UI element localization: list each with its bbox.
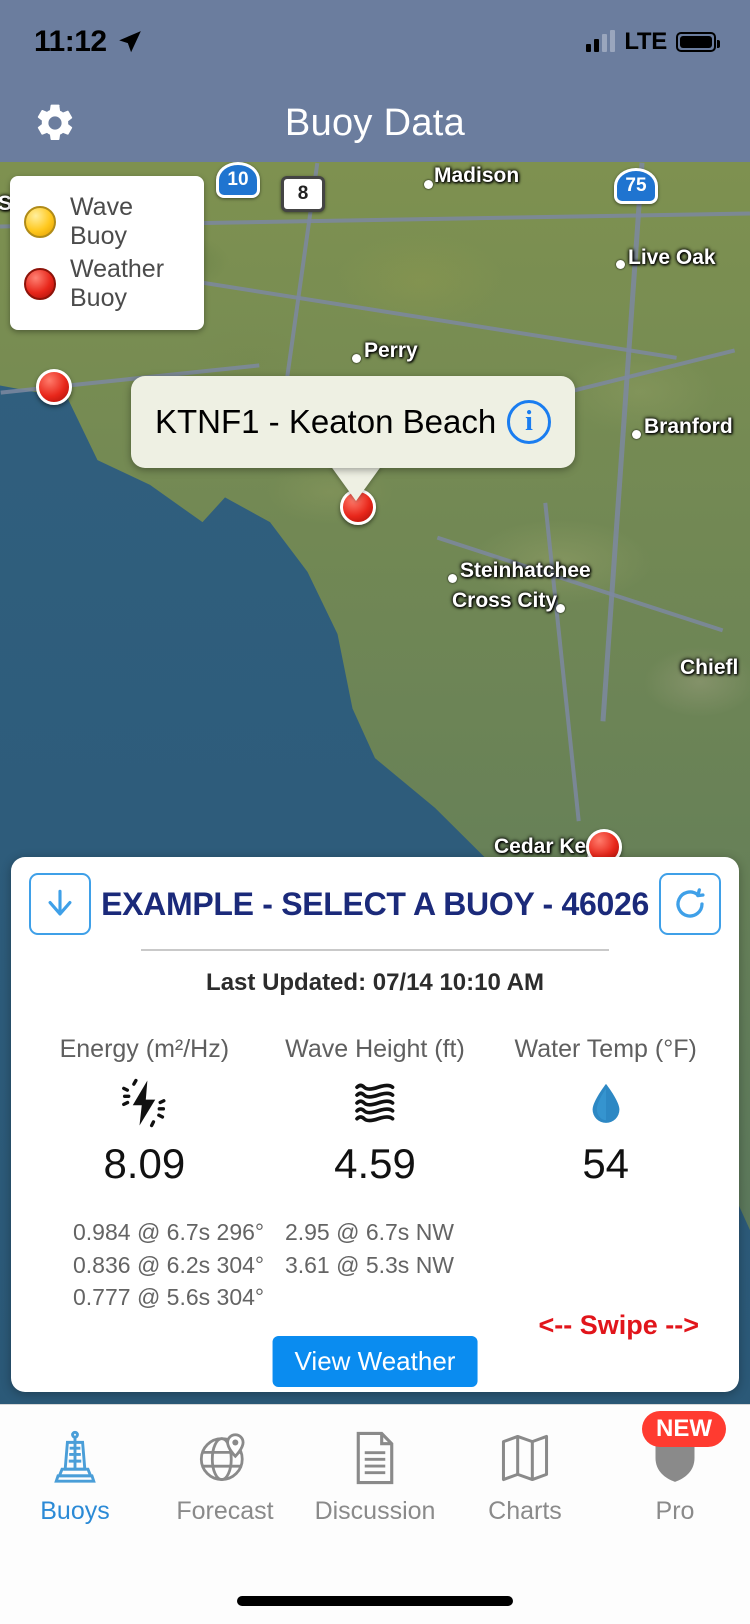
card-header: EXAMPLE - SELECT A BUOY - 46026: [29, 873, 721, 935]
globe-pin-icon: [197, 1427, 253, 1489]
view-weather-button[interactable]: View Weather: [273, 1336, 478, 1387]
map-label-branford: Branford: [644, 415, 733, 439]
map-label-steinhatchee: Steinhatchee: [460, 559, 591, 583]
tab-label: Buoys: [40, 1497, 109, 1526]
city-dot: [424, 180, 433, 189]
metric-value: 54: [490, 1140, 721, 1188]
wave-details: 2.95 @ 6.7s NW 3.61 @ 5.3s NW: [285, 1216, 497, 1314]
gear-icon: [33, 101, 77, 145]
metrics-row: Energy (m²/Hz) 8.09 Wave Height (ft): [29, 1035, 721, 1188]
legend-label: Wave Buoy: [70, 193, 190, 251]
red-buoy-dot-icon: [24, 268, 56, 300]
location-arrow-icon: [117, 29, 143, 55]
metric-value: 4.59: [260, 1140, 491, 1188]
nav-bar: Buoy Data: [0, 84, 750, 162]
city-dot: [632, 430, 641, 439]
city-dot: [616, 260, 625, 269]
info-circle-icon[interactable]: i: [507, 400, 551, 444]
route-shield-10: 10: [216, 162, 260, 198]
legend-item-weather-buoy: Weather Buoy: [24, 255, 190, 313]
home-indicator: [237, 1596, 513, 1606]
last-updated-text: Last Updated: 07/14 10:10 AM: [29, 969, 721, 997]
tab-label: Pro: [656, 1497, 695, 1526]
card-actions: <-- Swipe --> View Weather: [29, 1336, 721, 1386]
network-label: LTE: [624, 28, 667, 56]
tab-forecast[interactable]: Forecast: [150, 1427, 300, 1526]
legend-item-wave-buoy: Wave Buoy: [24, 193, 190, 251]
map-label-chiefland: Chiefl: [680, 656, 738, 680]
legend-label: Weather Buoy: [70, 255, 190, 313]
tab-buoys[interactable]: Buoys: [0, 1427, 150, 1526]
tab-label: Forecast: [176, 1497, 273, 1526]
metric-wave-height: Wave Height (ft) 4.59: [260, 1035, 491, 1188]
metric-details: 0.984 @ 6.7s 296° 0.836 @ 6.2s 304° 0.77…: [29, 1216, 721, 1314]
buoy-callout[interactable]: KTNF1 - Keaton Beach i: [131, 376, 575, 468]
route-shield-75: 75: [614, 168, 658, 204]
energy-details: 0.984 @ 6.7s 296° 0.836 @ 6.2s 304° 0.77…: [73, 1216, 285, 1314]
battery-full-icon: [676, 32, 716, 52]
tab-label: Discussion: [315, 1497, 436, 1526]
metric-water-temp: Water Temp (°F) 54: [490, 1035, 721, 1188]
route-shield-8: 8: [281, 176, 325, 212]
metric-value: 8.09: [29, 1140, 260, 1188]
detail-line: 0.777 @ 5.6s 304°: [73, 1281, 285, 1314]
swipe-hint: <-- Swipe -->: [538, 1310, 699, 1341]
card-divider: [141, 949, 609, 951]
document-icon: [350, 1427, 400, 1489]
city-dot: [556, 604, 565, 613]
buoy-data-card: EXAMPLE - SELECT A BUOY - 46026 Last Upd…: [11, 857, 739, 1392]
status-bar-right: LTE: [586, 28, 716, 56]
tab-label: Charts: [488, 1497, 562, 1526]
map-fold-icon: [497, 1427, 553, 1489]
callout-title: KTNF1 - Keaton Beach: [155, 403, 507, 441]
yellow-buoy-dot-icon: [24, 206, 56, 238]
map-label-madison: Madison: [434, 164, 519, 188]
select-buoy-button[interactable]: [29, 873, 91, 935]
waves-icon: [260, 1074, 491, 1132]
water-drop-icon: [490, 1074, 721, 1132]
detail-line: 0.984 @ 6.7s 296°: [73, 1216, 285, 1249]
status-bar: 11:12 LTE: [0, 0, 750, 84]
refresh-icon: [672, 886, 708, 922]
map-legend: Wave Buoy Weather Buoy: [10, 176, 204, 330]
new-badge: NEW: [642, 1411, 726, 1447]
detail-line: 3.61 @ 5.3s NW: [285, 1249, 497, 1282]
card-title: EXAMPLE - SELECT A BUOY - 46026: [101, 886, 649, 923]
page-title: Buoy Data: [0, 102, 750, 145]
map-label-cross-city: Cross City: [452, 589, 557, 613]
tab-charts[interactable]: Charts: [450, 1427, 600, 1526]
city-dot: [448, 574, 457, 583]
signal-bars-icon: [586, 32, 615, 52]
status-time: 11:12: [34, 25, 107, 59]
temp-details: [497, 1216, 677, 1314]
refresh-button[interactable]: [659, 873, 721, 935]
map-label-perry: Perry: [364, 339, 418, 363]
map-label-live-oak: Live Oak: [628, 246, 716, 270]
download-arrow-icon: [43, 887, 77, 921]
settings-button[interactable]: [33, 101, 77, 145]
energy-lightning-icon: [29, 1074, 260, 1132]
status-bar-left: 11:12: [34, 25, 143, 59]
metric-header: Energy (m²/Hz): [29, 1035, 260, 1064]
buoy-icon: [48, 1427, 102, 1489]
city-dot: [352, 354, 361, 363]
map-label-cedar-key: Cedar Key: [494, 835, 598, 859]
metric-header: Wave Height (ft): [260, 1035, 491, 1064]
metric-energy: Energy (m²/Hz) 8.09: [29, 1035, 260, 1188]
detail-line: 2.95 @ 6.7s NW: [285, 1216, 497, 1249]
tab-discussion[interactable]: Discussion: [300, 1427, 450, 1526]
metric-header: Water Temp (°F): [490, 1035, 721, 1064]
detail-line: 0.836 @ 6.2s 304°: [73, 1249, 285, 1282]
app-root: 11:12 LTE Buoy Data: [0, 0, 750, 1624]
buoy-pin-weather[interactable]: [36, 369, 72, 405]
tab-pro[interactable]: NEW Pro: [600, 1427, 750, 1526]
tab-bar: Buoys Forecast: [0, 1404, 750, 1624]
callout-tail: [330, 465, 382, 501]
